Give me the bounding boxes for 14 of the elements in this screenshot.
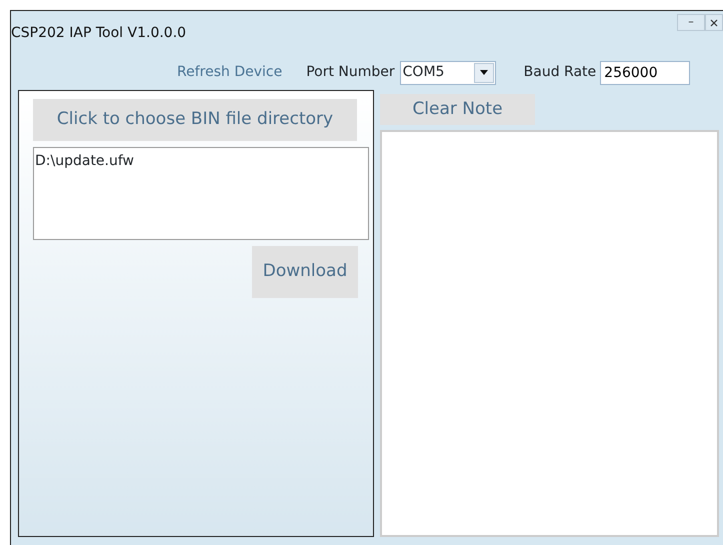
port-number-label: Port Number xyxy=(306,63,395,82)
dropdown-arrow-icon xyxy=(480,70,488,75)
refresh-device-button[interactable]: Refresh Device xyxy=(177,62,282,83)
choose-directory-button[interactable]: Click to choose BIN file directory xyxy=(33,99,357,141)
clear-note-button[interactable]: Clear Note xyxy=(380,94,535,125)
minimize-button[interactable]: – xyxy=(677,14,705,31)
port-dropdown[interactable]: COM5 xyxy=(400,60,496,84)
download-button[interactable]: Download xyxy=(252,246,358,298)
close-icon xyxy=(710,18,718,26)
file-path-box[interactable]: D:\update.ufw xyxy=(33,147,369,240)
baud-rate-field[interactable]: 256000 xyxy=(600,60,690,84)
close-button[interactable] xyxy=(705,14,723,31)
baud-rate-label: Baud Rate xyxy=(524,63,596,82)
window-title: CSP202 IAP Tool V1.0.0.0 xyxy=(11,24,186,42)
